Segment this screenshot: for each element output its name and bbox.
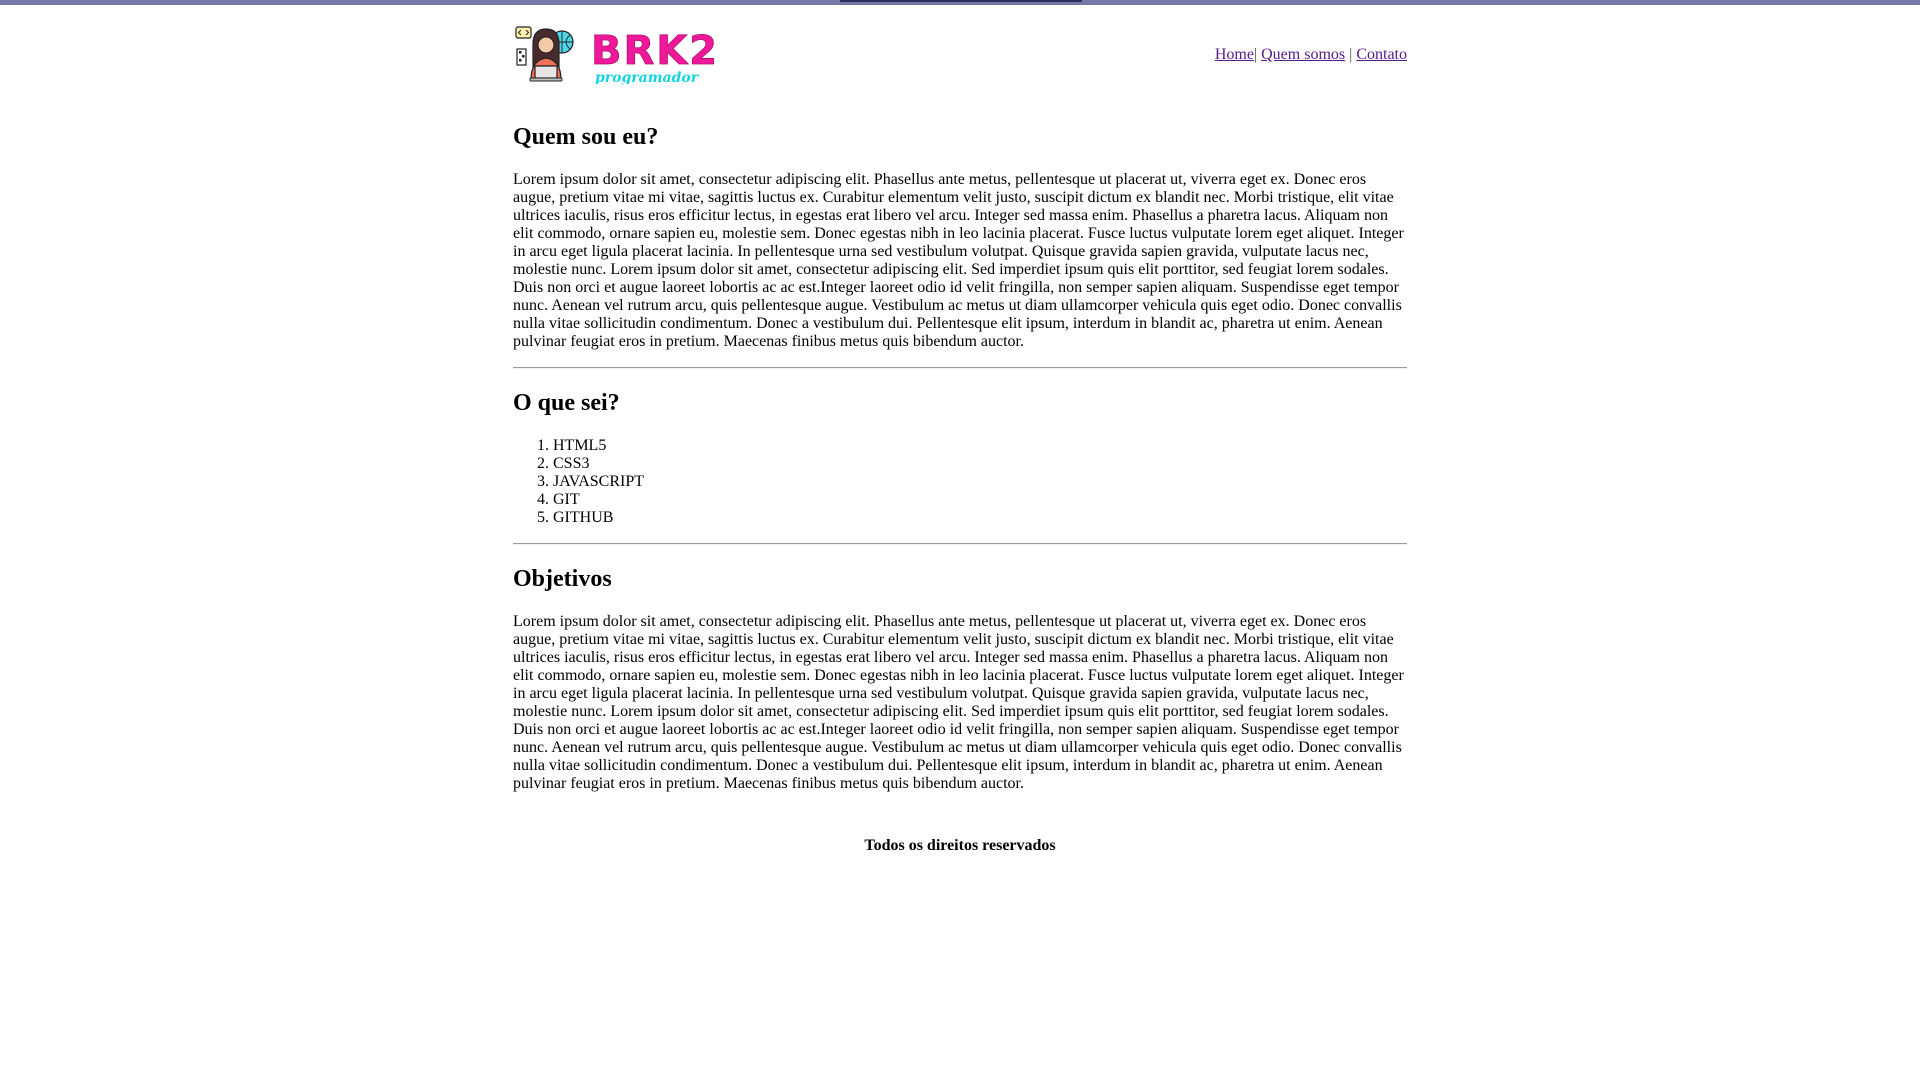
- skills-list: HTML5 CSS3 JAVASCRIPT GIT GITHUB: [513, 437, 1407, 527]
- goals-text: Lorem ipsum dolor sit amet, consectetur …: [513, 613, 1404, 792]
- about-section: Quem sou eu? Lorem ipsum dolor sit amet,…: [513, 124, 1407, 351]
- main-nav: Home| Quem somos | Contato: [1215, 46, 1407, 64]
- logo-tagline-text: programador: [595, 70, 700, 84]
- list-item: CSS3: [553, 455, 1407, 473]
- about-text: Lorem ipsum dolor sit amet, consectetur …: [513, 171, 1404, 350]
- section-divider: [513, 543, 1407, 545]
- programmer-avatar-icon: [515, 26, 574, 82]
- nav-separator: |: [1349, 46, 1353, 63]
- site-footer: Todos os direitos reservados: [513, 837, 1407, 855]
- goals-section: Objetivos Lorem ipsum dolor sit amet, co…: [513, 566, 1407, 793]
- nav-separator: |: [1253, 46, 1258, 63]
- site-logo[interactable]: BRK2 programador: [515, 24, 718, 86]
- list-item: HTML5: [553, 437, 1407, 455]
- site-header: BRK2 programador Home| Quem somos | Cont…: [513, 0, 1407, 90]
- about-title: Quem sou eu?: [513, 124, 659, 150]
- goals-title: Objetivos: [513, 566, 612, 592]
- list-item: GITHUB: [553, 509, 1407, 527]
- skills-title: O que sei?: [513, 390, 620, 416]
- footer-text: Todos os direitos reservados: [864, 837, 1056, 854]
- skills-section: O que sei? HTML5 CSS3 JAVASCRIPT GIT GIT…: [513, 390, 1407, 527]
- section-divider: [513, 367, 1407, 369]
- page-container: BRK2 programador Home| Quem somos | Cont…: [513, 0, 1407, 855]
- list-item: GIT: [553, 491, 1407, 509]
- nav-link-home[interactable]: Home: [1215, 46, 1254, 63]
- logo-brand-text: BRK2: [591, 28, 715, 74]
- nav-link-quem-somos[interactable]: Quem somos: [1261, 46, 1345, 63]
- list-item: JAVASCRIPT: [553, 473, 1407, 491]
- nav-link-contato[interactable]: Contato: [1356, 46, 1407, 63]
